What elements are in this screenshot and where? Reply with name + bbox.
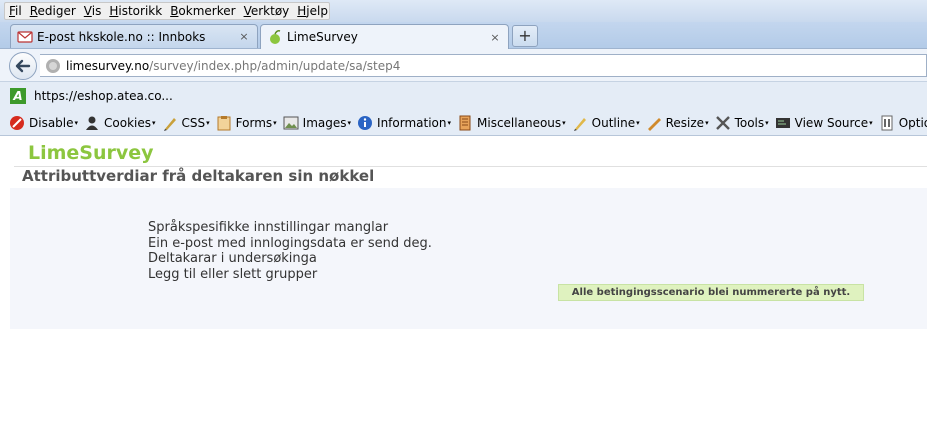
navigation-bar: limesurvey.no/survey/index.php/admin/upd… <box>0 49 927 82</box>
outline-icon <box>572 115 588 131</box>
url-host: limesurvey.no <box>66 58 150 73</box>
dev-cookies-menu[interactable]: Cookies ▾ <box>84 115 156 131</box>
menu-bar: Fil Rediger Vis Historikk Bokmerker Verk… <box>0 0 927 22</box>
menu-fil[interactable]: Fil <box>5 4 26 18</box>
bookmark-eshop-atea[interactable]: https://eshop.atea.co... <box>34 89 173 103</box>
close-icon[interactable]: × <box>488 31 502 44</box>
disable-icon <box>9 115 25 131</box>
page-content: LimeSurvey Attributtverdiar frå deltakar… <box>0 136 927 442</box>
url-bar[interactable]: limesurvey.no/survey/index.php/admin/upd… <box>40 54 927 77</box>
options-icon <box>879 115 895 131</box>
menu-hjelp[interactable]: Hjelp <box>293 4 332 18</box>
message-item: Deltakarar i undersøkinga <box>148 251 317 266</box>
tab-email[interactable]: E-post hkskole.no :: Innboks × <box>10 24 258 48</box>
back-button[interactable] <box>9 52 37 80</box>
dev-options-label: Options <box>898 115 927 130</box>
web-developer-toolbar: Disable ▾ Cookies ▾ CSS ▾ Forms ▾ Images ▾ In… <box>0 110 927 136</box>
view-source-icon <box>775 115 791 131</box>
menu-items: Fil Rediger Vis Historikk Bokmerker Verk… <box>4 2 330 20</box>
dev-outline-menu[interactable]: Outline ▾ <box>572 115 640 131</box>
menu-verktoy[interactable]: Verktøy <box>240 4 294 18</box>
bookmarks-bar: A https://eshop.atea.co... <box>0 82 927 110</box>
success-notice: Alle betingingsscenario blei nummererte … <box>558 284 864 301</box>
globe-icon <box>46 58 60 73</box>
dev-information-label: Information <box>377 115 447 130</box>
dev-options-menu[interactable]: Options▾ <box>879 115 927 131</box>
dev-disable-label: Disable <box>29 115 74 130</box>
mail-icon <box>17 29 33 45</box>
tab-limesurvey-label: LimeSurvey <box>287 30 358 44</box>
menu-bokmerker[interactable]: Bokmerker <box>166 4 239 18</box>
dev-images-label: Images <box>302 115 347 130</box>
message-item: Legg til eller slett grupper <box>148 266 318 282</box>
dev-outline-label: Outline <box>591 115 636 130</box>
miscellaneous-icon <box>457 115 473 131</box>
dev-images-menu[interactable]: Images ▾ <box>283 115 351 131</box>
information-icon <box>357 115 373 131</box>
close-icon[interactable]: × <box>237 30 251 43</box>
menu-rediger[interactable]: Rediger <box>26 4 80 18</box>
page-title: Attributtverdiar frå deltakaren sin nøkk… <box>22 167 375 185</box>
dev-resize-menu[interactable]: Resize ▾ <box>646 115 709 131</box>
css-icon <box>162 115 178 131</box>
url-path: /survey/index.php/admin/update/sa/step4 <box>149 58 401 73</box>
dev-forms-label: Forms <box>235 115 273 130</box>
dev-miscellaneous-label: Miscellaneous <box>477 115 562 130</box>
tab-email-label: E-post hkskole.no :: Innboks <box>37 29 206 44</box>
images-icon <box>283 115 299 131</box>
limesurvey-logo[interactable]: LimeSurvey <box>28 142 154 164</box>
dev-disable-menu[interactable]: Disable ▾ <box>9 115 78 131</box>
cookies-icon <box>84 115 100 131</box>
atea-icon: A <box>10 88 26 104</box>
dev-tools-label: Tools <box>734 115 765 130</box>
dev-css-label: CSS <box>181 115 206 130</box>
back-arrow-icon <box>15 59 31 73</box>
limesurvey-icon <box>267 29 283 45</box>
dev-tools-menu[interactable]: Tools ▾ <box>715 115 769 131</box>
dev-forms-menu[interactable]: Forms ▾ <box>216 115 277 131</box>
dev-miscellaneous-menu[interactable]: Miscellaneous ▾ <box>457 115 566 131</box>
dev-view-source-label: View Source <box>794 115 869 130</box>
menu-historikk[interactable]: Historikk <box>105 4 166 18</box>
new-tab-button[interactable]: + <box>512 25 538 47</box>
dev-cookies-label: Cookies <box>104 115 152 130</box>
tools-icon <box>715 115 731 131</box>
forms-icon <box>216 115 232 131</box>
resize-icon <box>646 115 662 131</box>
dev-css-menu[interactable]: CSS ▾ <box>162 115 210 131</box>
dev-view-source-menu[interactable]: View Source ▾ <box>775 115 873 131</box>
tab-limesurvey[interactable]: LimeSurvey × <box>260 24 509 49</box>
tab-strip: E-post hkskole.no :: Innboks × LimeSurve… <box>0 22 927 49</box>
dev-resize-label: Resize <box>665 115 705 130</box>
message-list: Språkspesifikke innstillingar manglar Ei… <box>148 220 432 282</box>
menu-vis[interactable]: Vis <box>80 4 106 18</box>
message-item: Ein e-post med innlogingsdata er send de… <box>148 235 432 251</box>
message-item: Språkspesifikke innstillingar manglar <box>148 220 389 235</box>
dev-information-menu[interactable]: Information ▾ <box>357 115 451 131</box>
